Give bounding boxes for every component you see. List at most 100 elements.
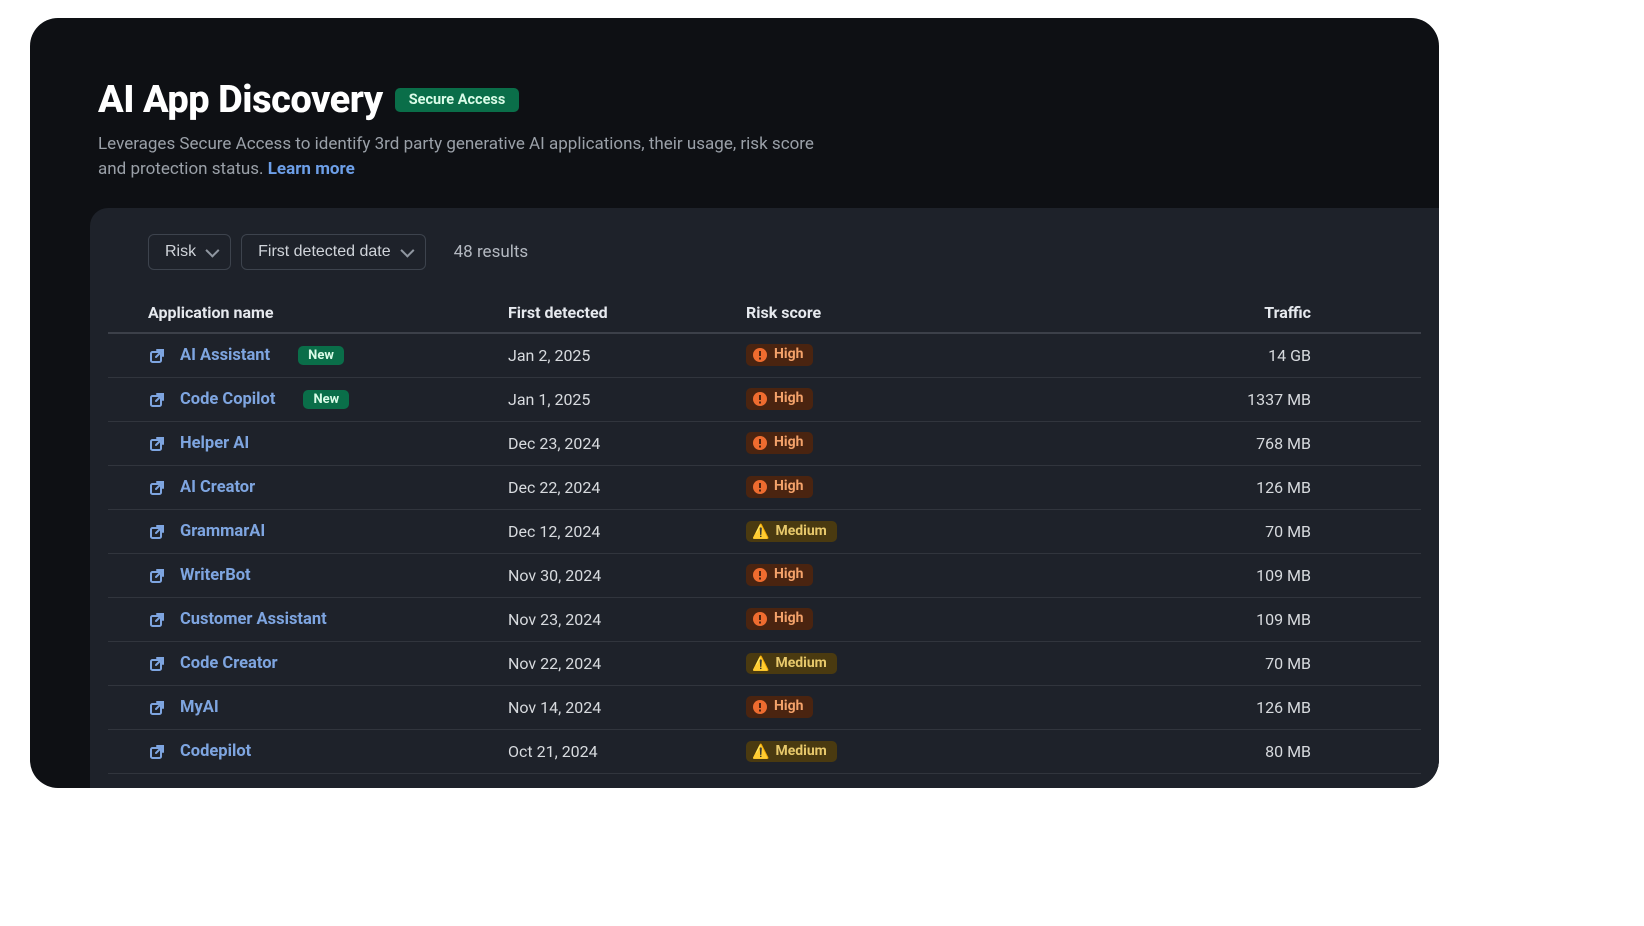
learn-more-link[interactable]: Learn more [268, 159, 355, 179]
filter-bar: Risk First detected date 48 results [90, 234, 1439, 270]
first-detected-filter[interactable]: First detected date [241, 234, 426, 270]
new-badge: New [298, 346, 344, 365]
table-row: MyAINov 14, 2024High126 MB [108, 686, 1421, 730]
app-cell: MyAI [148, 698, 508, 717]
table-row: AI AssistantNewJan 2, 2025High14 GB [108, 334, 1421, 378]
risk-label: High [774, 479, 803, 494]
first-detected-value: Dec 22, 2024 [508, 478, 746, 497]
col-risk-score: Risk score [746, 303, 1096, 322]
risk-label: High [774, 611, 803, 626]
new-badge: New [303, 390, 349, 409]
table-row: AI CreatorDec 22, 2024High126 MB [108, 466, 1421, 510]
app-link[interactable]: Helper AI [180, 434, 249, 453]
first-detected-value: Nov 22, 2024 [508, 654, 746, 673]
app-cell: Codepilot [148, 742, 508, 761]
results-count: 48 results [454, 242, 529, 262]
app-link[interactable]: AI Assistant [180, 346, 270, 365]
app-cell: WriterBot [148, 566, 508, 585]
risk-badge: ⚠️Medium [746, 653, 837, 674]
risk-badge: High [746, 476, 813, 498]
risk-cell: ⚠️ Medium [746, 521, 1096, 543]
app-cell: AI Assistant New [148, 346, 508, 365]
first-detected-filter-label: First detected date [258, 243, 391, 261]
risk-filter[interactable]: Risk [148, 234, 231, 270]
col-traffic: Traffic [1096, 303, 1381, 322]
risk-cell: High [746, 432, 1096, 455]
risk-label: High [774, 391, 803, 406]
risk-label: High [774, 435, 803, 450]
alert-circle-icon [752, 699, 768, 715]
app-link[interactable]: MyAI [180, 698, 219, 717]
secure-access-badge: Secure Access [395, 88, 520, 113]
risk-filter-label: Risk [165, 243, 196, 261]
external-link-icon [148, 611, 166, 629]
app-link[interactable]: Code Copilot [180, 390, 275, 409]
external-link-icon [148, 567, 166, 585]
first-detected-value: Oct 21, 2024 [508, 742, 746, 761]
risk-badge: ⚠️ Medium [746, 521, 837, 542]
external-link-icon [148, 743, 166, 761]
alert-circle-icon [752, 391, 768, 407]
app-link[interactable]: WriterBot [180, 566, 251, 585]
traffic-value: 1337 MB [1096, 390, 1381, 409]
table-row: Code Creator Nov 22, 2024⚠️Medium 70 MB [108, 642, 1421, 686]
external-link-icon [148, 655, 166, 673]
first-detected-value: Jan 2, 2025 [508, 346, 746, 365]
alert-circle-icon [752, 347, 768, 363]
alert-circle-icon [752, 435, 768, 451]
app-link[interactable]: Codepilot [180, 742, 251, 761]
app-cell: Helper AI [148, 434, 508, 453]
app-link[interactable]: Customer Assistant [180, 610, 327, 629]
external-link-icon [148, 435, 166, 453]
app-cell: Customer Assistant [148, 610, 508, 629]
risk-cell: ⚠️ Medium [746, 741, 1096, 763]
traffic-value: 109 MB [1096, 566, 1381, 585]
subtitle-text: Leverages Secure Access to identify 3rd … [98, 134, 814, 179]
risk-label: Medium [775, 524, 826, 539]
external-link-icon [148, 699, 166, 717]
alert-circle-icon [752, 567, 768, 583]
first-detected-value: Nov 30, 2024 [508, 566, 746, 585]
risk-badge: High [746, 696, 813, 718]
app-cell: GrammarAI [148, 522, 508, 541]
risk-cell: High [746, 388, 1096, 411]
warning-triangle-icon: ⚠️ [752, 525, 769, 539]
table-row: Customer AssistantNov 23, 2024High109 MB [108, 598, 1421, 642]
col-first-detected: First detected [508, 303, 746, 322]
table-row: Helper AIDec 23, 2024High768 MB [108, 422, 1421, 466]
risk-cell: High [746, 564, 1096, 587]
risk-badge: High [746, 564, 813, 586]
table-row: Code Copilot New Jan 1, 2025 High 1337 MB [108, 378, 1421, 422]
app-link[interactable]: Code Creator [180, 654, 278, 673]
risk-badge: High [746, 608, 813, 630]
external-link-icon [148, 391, 166, 409]
first-detected-value: Jan 1, 2025 [508, 390, 746, 409]
risk-badge: High [746, 388, 813, 410]
risk-label: Medium [775, 744, 826, 759]
results-panel: Risk First detected date 48 results Appl… [90, 208, 1439, 788]
col-app-name: Application name [148, 303, 508, 322]
risk-cell: High [746, 608, 1096, 631]
risk-label: High [774, 699, 803, 714]
first-detected-value: Nov 14, 2024 [508, 698, 746, 717]
warning-triangle-icon: ⚠️ [752, 745, 769, 759]
risk-badge: High [746, 344, 813, 366]
external-link-icon [148, 479, 166, 497]
traffic-value: 80 MB [1096, 742, 1381, 761]
page-title: AI App Discovery [98, 78, 383, 122]
traffic-value: 70 MB [1096, 654, 1381, 673]
table-body: AI AssistantNewJan 2, 2025High14 GBCode … [108, 334, 1421, 774]
apps-table: Application name First detected Risk sco… [90, 292, 1439, 774]
risk-badge: High [746, 432, 813, 454]
alert-circle-icon [752, 611, 768, 627]
app-cell: Code Creator [148, 654, 508, 673]
risk-cell: ⚠️Medium [746, 653, 1096, 675]
traffic-value: 70 MB [1096, 522, 1381, 541]
app-link[interactable]: GrammarAI [180, 522, 265, 541]
table-row: Codepilot Oct 21, 2024 ⚠️ Medium 80 MB [108, 730, 1421, 774]
chevron-down-icon [400, 244, 414, 258]
app-link[interactable]: AI Creator [180, 478, 255, 497]
alert-circle-icon [752, 479, 768, 495]
app-cell: AI Creator [148, 478, 508, 497]
table-row: WriterBot Nov 30, 2024High 109 MB [108, 554, 1421, 598]
